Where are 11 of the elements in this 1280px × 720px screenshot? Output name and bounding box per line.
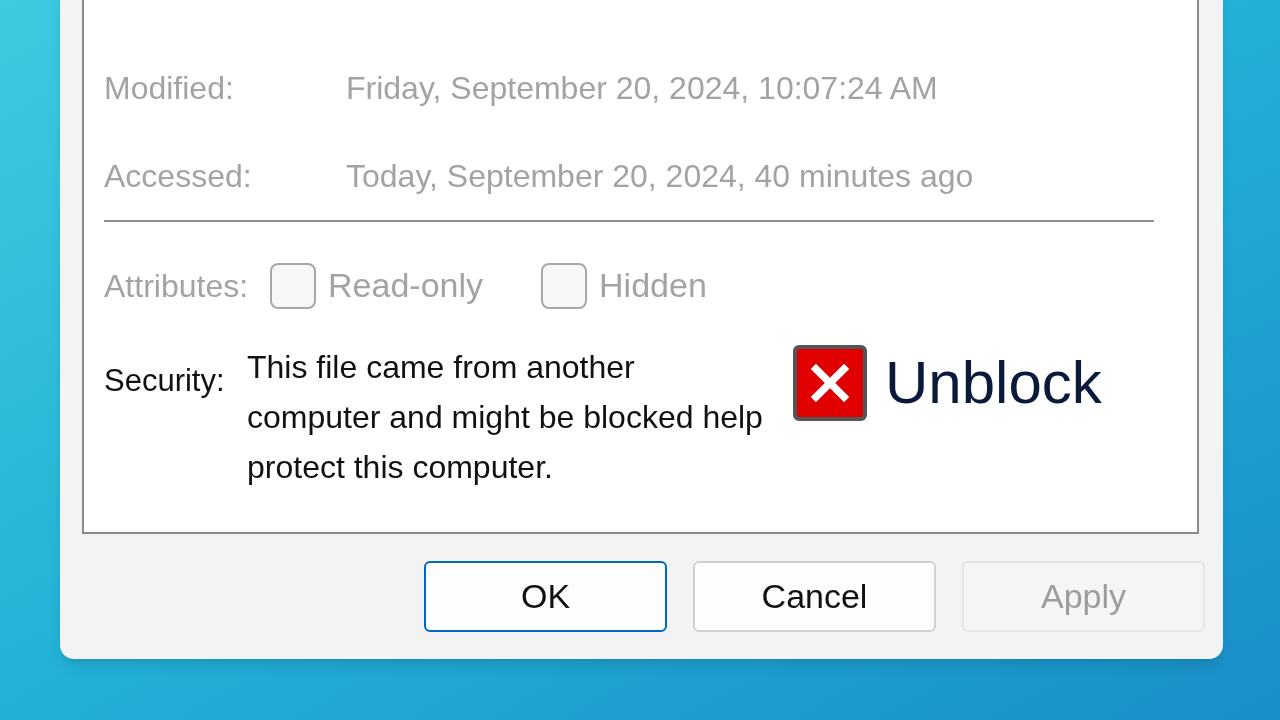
dialog-button[interactable]: OK [424,561,667,632]
unblock-checkbox[interactable] [793,345,867,421]
unblock-label[interactable]: Unblock [885,338,1102,428]
field-value: Today, September 20, 2024, 40 minutes ago [346,157,974,196]
attributes-label: Attributes: [104,266,249,306]
field-value: Friday, September 20, 2024, 10:07:24 AM [346,69,938,108]
dialog-button[interactable]: Cancel [693,561,936,632]
field-label: Modified: [104,69,235,108]
field-label: Accessed: [104,157,253,196]
security-label: Security: [104,362,226,400]
security-message: This file came from another computer and might be blocked help protect this computer. [247,348,764,487]
